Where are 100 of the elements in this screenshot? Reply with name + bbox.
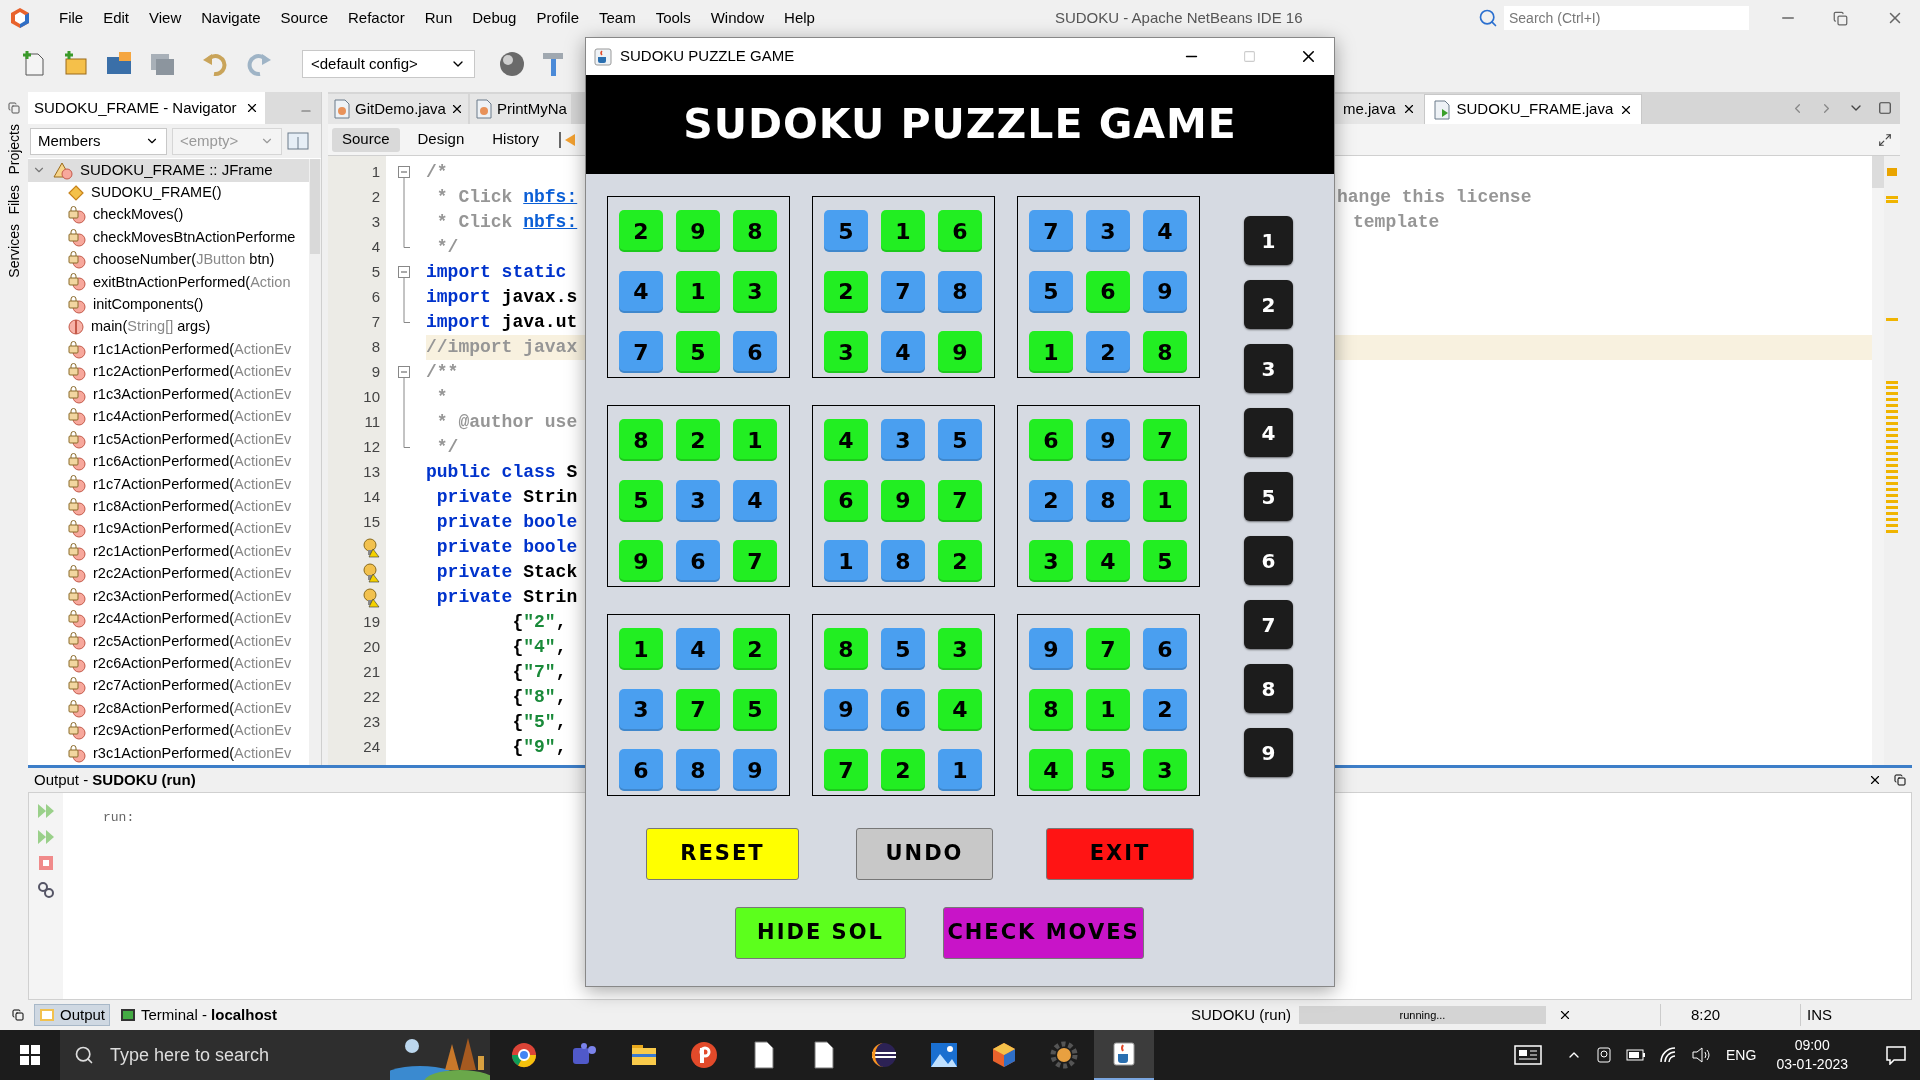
action-button[interactable]: CHECK MOVES [943, 907, 1144, 959]
sudoku-cell[interactable]: 8 [733, 210, 777, 252]
search-icon[interactable] [1478, 8, 1498, 28]
sudoku-cell[interactable]: 6 [676, 540, 720, 583]
restore-icon[interactable] [1833, 10, 1848, 26]
restore-icon[interactable] [12, 1009, 24, 1021]
taskbar-search-field[interactable]: Type here to search [60, 1030, 490, 1080]
tree-item[interactable]: r2c9ActionPerformed(ActionEv [28, 720, 309, 743]
tree-item[interactable]: checkMovesBtnActionPerforme [28, 226, 309, 249]
menu-item[interactable]: Tools [645, 6, 701, 30]
sudoku-cell[interactable]: 7 [619, 331, 663, 374]
sudoku-cell[interactable]: 7 [1086, 628, 1130, 670]
view-tab[interactable]: Design [407, 127, 475, 152]
sudoku-cell[interactable]: 7 [881, 270, 925, 313]
sudoku-cell[interactable]: 8 [881, 540, 925, 583]
sudoku-cell[interactable]: 1 [676, 270, 720, 313]
tree-item[interactable]: checkMoves() [28, 203, 309, 227]
action-button[interactable]: RESET [646, 828, 799, 880]
sudoku-cell[interactable]: 6 [881, 688, 925, 731]
menu-item[interactable]: Debug [462, 6, 527, 30]
menu-item[interactable]: Source [270, 6, 338, 30]
number-button[interactable]: 5 [1244, 472, 1293, 521]
clock-date[interactable]: 03-01-2023 [1776, 1055, 1848, 1074]
sudoku-cell[interactable]: 9 [881, 479, 925, 522]
search-field[interactable]: Search (Ctrl+I) [1504, 6, 1749, 30]
coffee-cup-icon[interactable] [1094, 1030, 1154, 1080]
sudoku-cell[interactable]: 4 [1029, 749, 1073, 792]
language-indicator[interactable]: ENG [1726, 1044, 1757, 1066]
tree-item[interactable]: r1c9ActionPerformed(ActionEv [28, 518, 309, 541]
globe-icon[interactable] [497, 49, 527, 79]
sudoku-cell[interactable]: 4 [1143, 210, 1187, 252]
tree-item[interactable]: r2c8ActionPerformed(ActionEv [28, 697, 309, 720]
sudoku-cell[interactable]: 2 [938, 540, 982, 583]
tree-item[interactable]: r2c6ActionPerformed(ActionEv [28, 652, 309, 676]
sudoku-cell[interactable]: 8 [1029, 688, 1073, 731]
sudoku-cell[interactable]: 2 [619, 210, 663, 252]
sudoku-cell[interactable]: 1 [938, 749, 982, 792]
members-dropdown[interactable]: Members [30, 127, 167, 155]
tree-item[interactable]: r1c2ActionPerformed(ActionEv [28, 361, 309, 384]
sudoku-cell[interactable]: 9 [1143, 270, 1187, 313]
sudoku-cell[interactable]: 7 [824, 749, 868, 792]
cancel-icon[interactable] [1558, 1008, 1572, 1022]
action-button[interactable]: EXIT [1046, 828, 1194, 880]
sudoku-cell[interactable]: 4 [938, 688, 982, 731]
number-button[interactable]: 8 [1244, 664, 1293, 713]
sudoku-cell[interactable]: 3 [881, 419, 925, 461]
sudoku-cell[interactable]: 3 [1029, 540, 1073, 583]
editor-tab[interactable]: SUDOKU_FRAME.java [1423, 94, 1643, 124]
editor-tab[interactable]: GitDemo.java [328, 94, 468, 124]
navigator-tab[interactable]: SUDOKU_FRAME - Navigator [28, 92, 265, 124]
sudoku-cell[interactable]: 7 [676, 688, 720, 731]
scrollbar[interactable] [309, 159, 321, 765]
sudoku-cell[interactable]: 4 [733, 479, 777, 522]
sudoku-cell[interactable]: 2 [881, 749, 925, 792]
sudoku-cell[interactable]: 9 [619, 540, 663, 583]
sudoku-cell[interactable]: 1 [1086, 688, 1130, 731]
sudoku-cell[interactable]: 8 [1086, 479, 1130, 522]
camera-icon[interactable] [1596, 1046, 1613, 1064]
tree-item[interactable]: SUDOKU_FRAME :: JFrame [28, 159, 309, 182]
sudoku-cell[interactable]: 5 [938, 419, 982, 461]
tree-item[interactable]: chooseNumber(JButton btn) [28, 248, 309, 272]
side-tab[interactable]: Projects [0, 124, 29, 175]
menu-item[interactable]: Help [774, 6, 825, 30]
sudoku-cell[interactable]: 9 [1086, 419, 1130, 461]
restore-icon[interactable] [1894, 774, 1906, 786]
sudoku-cell[interactable]: 1 [1029, 331, 1073, 374]
tree-item[interactable]: r1c8ActionPerformed(ActionEv [28, 495, 309, 519]
sudoku-cell[interactable]: 8 [619, 419, 663, 461]
sudoku-cell[interactable]: 7 [733, 540, 777, 583]
warning-bulb-icon[interactable] [362, 537, 380, 558]
bottom-tab[interactable]: Output [34, 1004, 111, 1026]
sudoku-cell[interactable]: 1 [619, 628, 663, 670]
number-button[interactable]: 3 [1244, 344, 1293, 393]
sudoku-cell[interactable]: 5 [733, 688, 777, 731]
sudoku-cell[interactable]: 3 [824, 331, 868, 374]
sudoku-cell[interactable]: 5 [824, 210, 868, 252]
sudoku-cell[interactable]: 5 [676, 331, 720, 374]
maximize-icon[interactable] [1878, 101, 1892, 115]
sudoku-cell[interactable]: 5 [881, 628, 925, 670]
number-button[interactable]: 6 [1244, 536, 1293, 585]
number-button[interactable]: 4 [1244, 408, 1293, 457]
warning-bulb-icon[interactable] [362, 587, 380, 608]
sudoku-cell[interactable]: 7 [1143, 419, 1187, 461]
tree-item[interactable]: r1c6ActionPerformed(ActionEv [28, 450, 309, 474]
sudoku-cell[interactable]: 9 [733, 749, 777, 792]
sudoku-cell[interactable]: 2 [733, 628, 777, 670]
tree-item[interactable]: r2c1ActionPerformed(ActionEv [28, 540, 309, 563]
warning-bulb-icon[interactable] [362, 562, 380, 583]
tree-item[interactable]: r2c7ActionPerformed(ActionEv [28, 675, 309, 698]
tree-item[interactable]: r1c3ActionPerformed(ActionEv [28, 383, 309, 406]
windows-start-icon[interactable] [20, 1045, 40, 1065]
tree-item[interactable]: r1c1ActionPerformed(ActionEv [28, 338, 309, 361]
sudoku-cell[interactable]: 6 [1143, 628, 1187, 670]
sudoku-cell[interactable]: 8 [1143, 331, 1187, 374]
number-button[interactable]: 1 [1244, 216, 1293, 265]
sudoku-cell[interactable]: 3 [676, 479, 720, 522]
sudoku-cell[interactable]: 6 [824, 479, 868, 522]
tree-item[interactable]: main(String[] args) [28, 316, 309, 339]
clock-time[interactable]: 09:00 [1794, 1036, 1830, 1055]
action-button[interactable]: UNDO [856, 828, 993, 880]
